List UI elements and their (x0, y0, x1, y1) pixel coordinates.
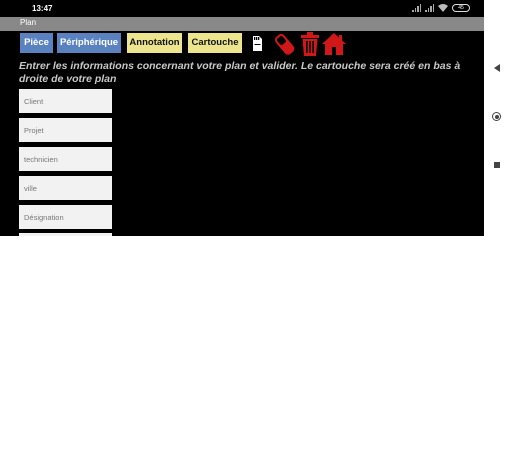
recent-apps-icon[interactable] (494, 162, 500, 168)
status-icons: 45 (412, 3, 470, 13)
designation-field[interactable] (19, 205, 112, 229)
next-field[interactable] (19, 233, 112, 236)
eraser-icon[interactable] (272, 31, 298, 57)
system-nav-bar (484, 0, 512, 236)
signal-icon (412, 4, 421, 12)
projet-field[interactable] (19, 118, 112, 142)
signal-icon-2 (425, 4, 434, 12)
annotation-button[interactable]: Annotation (127, 33, 182, 53)
sd-card-icon[interactable] (250, 31, 266, 53)
peripherique-button[interactable]: Périphérique (57, 33, 121, 53)
app-title: Plan (20, 18, 37, 27)
app-title-bar: Plan (0, 17, 484, 31)
instructions-text: Entrer les informations concernant votre… (19, 60, 461, 85)
piece-button[interactable]: Pièce (20, 33, 53, 53)
technicien-field[interactable] (19, 147, 112, 171)
ville-field[interactable] (19, 176, 112, 200)
client-field[interactable] (19, 89, 112, 113)
home-nav-icon[interactable] (492, 112, 501, 121)
trash-icon[interactable] (299, 31, 321, 57)
wifi-icon (438, 4, 448, 12)
home-icon[interactable] (321, 31, 347, 57)
app-screen: 13:47 45 Plan Pièce Périphérique Annotat… (0, 0, 484, 236)
status-time: 13:47 (32, 4, 53, 13)
back-icon[interactable] (494, 64, 500, 72)
status-bar: 13:47 45 (0, 0, 484, 17)
battery-icon: 45 (452, 4, 470, 12)
cartouche-button[interactable]: Cartouche (188, 33, 242, 53)
